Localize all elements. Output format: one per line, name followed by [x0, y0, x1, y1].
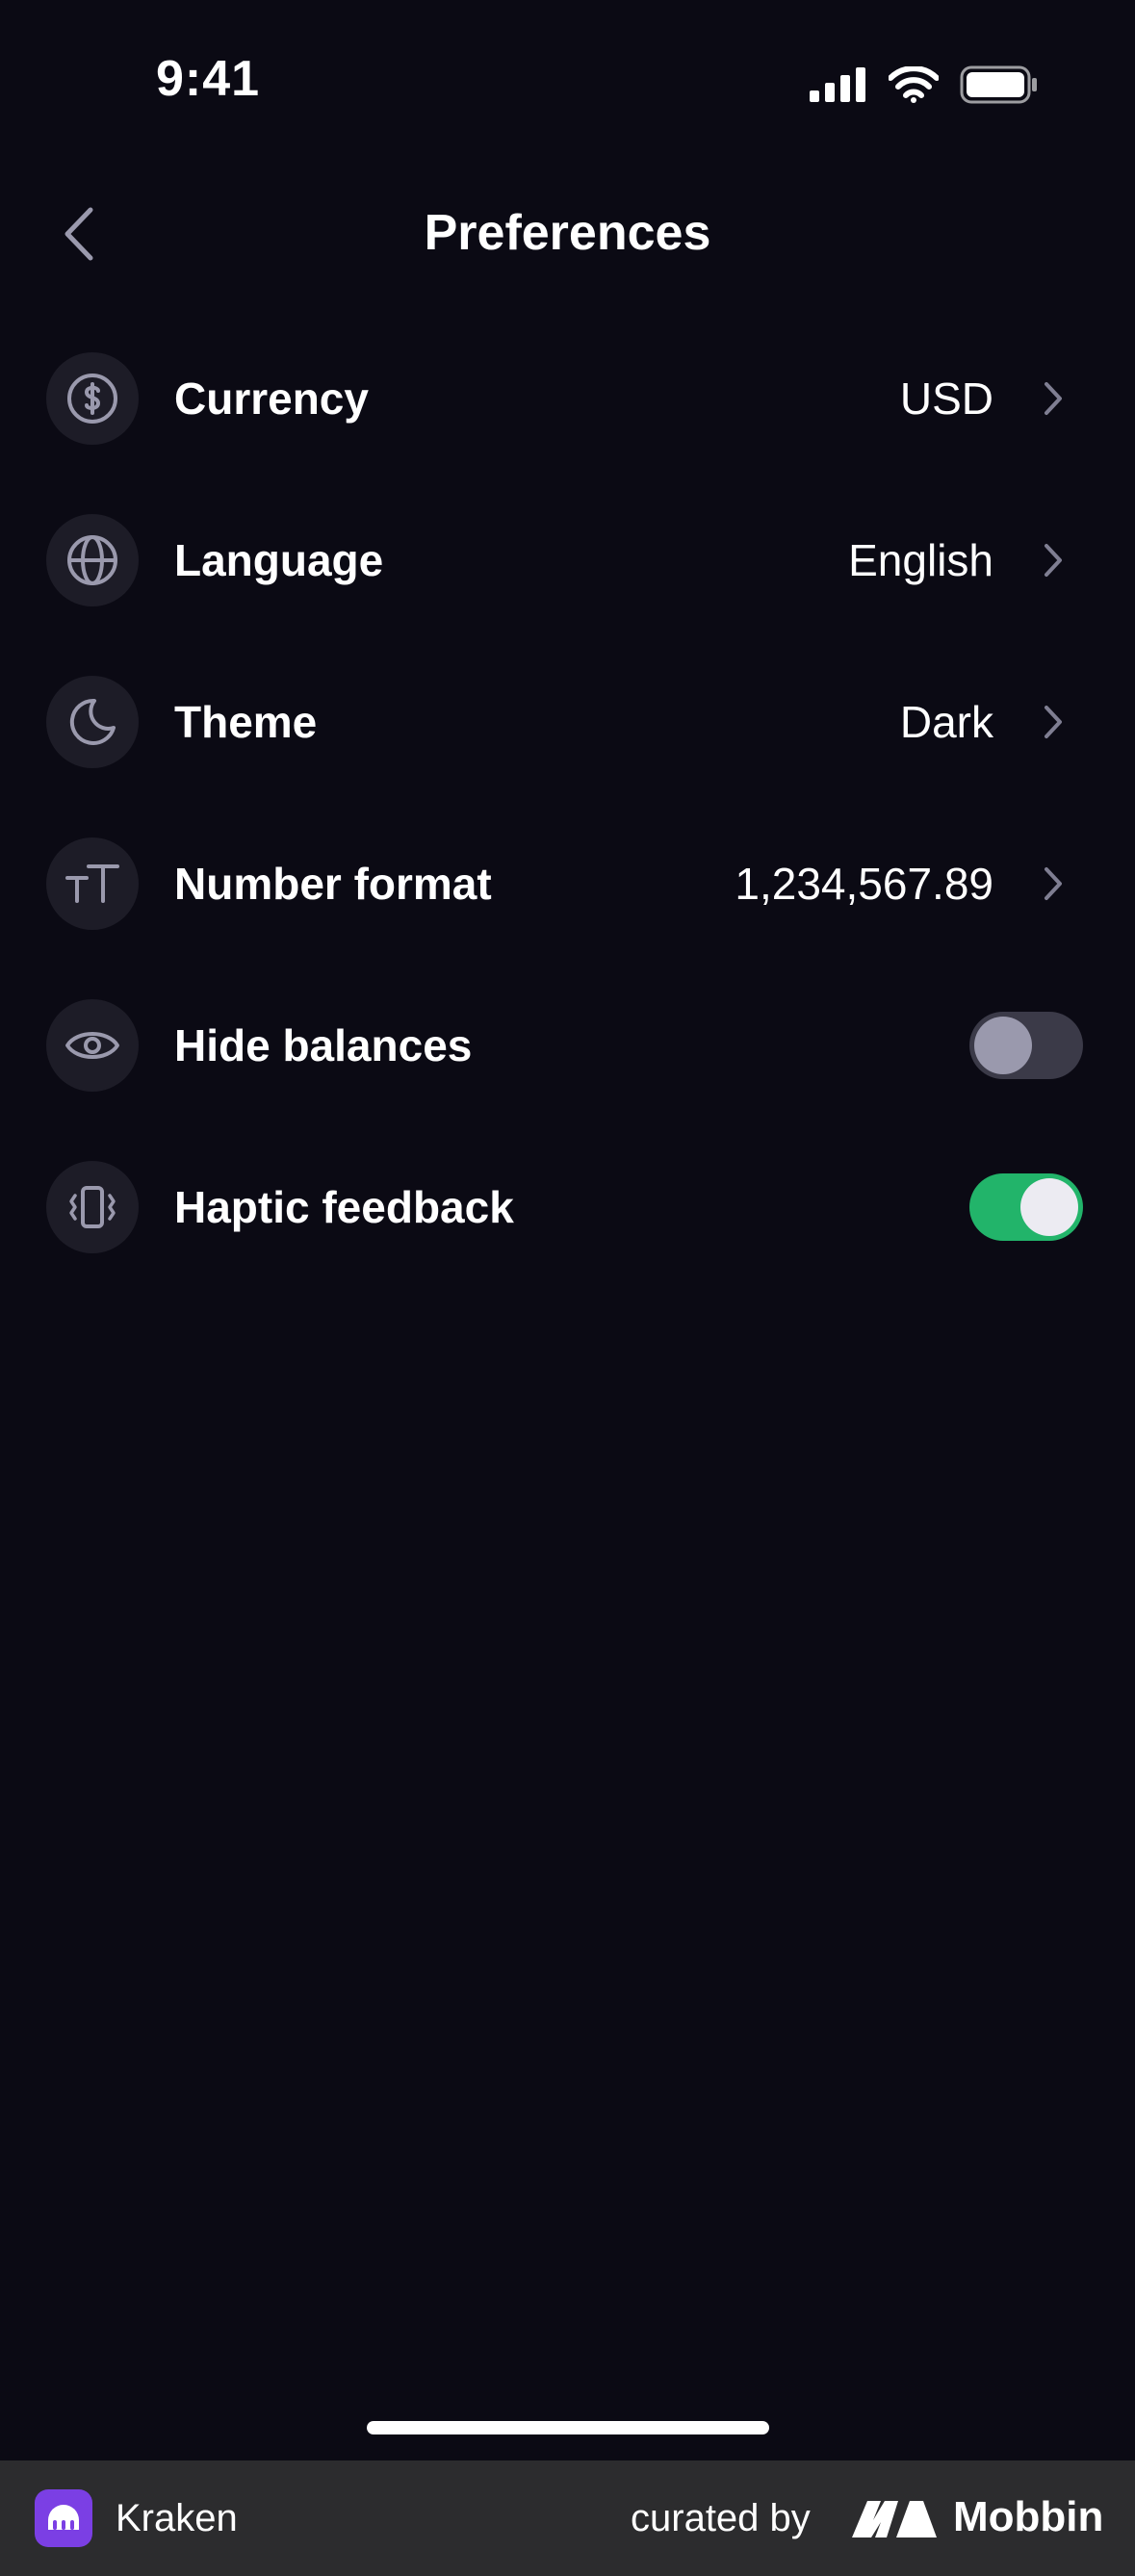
number-format-icon-container [46, 837, 139, 930]
curated-by-text: curated by [631, 2497, 811, 2539]
theme-row[interactable]: Theme Dark [0, 641, 1135, 803]
wifi-icon [889, 66, 939, 103]
language-value: English [848, 535, 993, 585]
kraken-logo-icon [48, 2505, 79, 2530]
chevron-right-icon [1039, 703, 1068, 741]
phone-vibrate-icon [69, 1186, 116, 1228]
haptic-feedback-icon-container [46, 1161, 139, 1253]
page-title: Preferences [424, 205, 711, 261]
app-name: Kraken [116, 2497, 238, 2539]
status-icons [810, 64, 1039, 106]
moon-icon [69, 698, 116, 745]
currency-value: USD [899, 374, 993, 424]
number-format-value: 1,234,567.89 [735, 859, 993, 909]
settings-list: Currency USD Language English Theme Dark [0, 318, 1135, 1288]
header: Preferences [0, 183, 1135, 289]
chevron-right-icon [1039, 379, 1068, 418]
hide-balances-icon-container [46, 999, 139, 1092]
theme-value: Dark [899, 697, 993, 747]
haptic-feedback-toggle[interactable] [969, 1173, 1083, 1241]
currency-icon-container [46, 352, 139, 445]
toggle-knob [974, 1017, 1032, 1074]
chevron-right-icon [1039, 864, 1068, 903]
cellular-signal-icon [810, 67, 865, 102]
haptic-feedback-label: Haptic feedback [174, 1182, 514, 1232]
haptic-feedback-row: Haptic feedback [0, 1126, 1135, 1288]
currency-label: Currency [174, 374, 369, 424]
mobbin-brand: Mobbin [953, 2493, 1104, 2540]
eye-icon [65, 1032, 119, 1059]
number-format-label: Number format [174, 859, 492, 909]
language-label: Language [174, 535, 384, 585]
battery-icon [960, 65, 1037, 104]
toggle-knob [1020, 1178, 1078, 1236]
number-format-row[interactable]: Number format 1,234,567.89 [0, 803, 1135, 965]
dollar-circle-icon [67, 374, 117, 424]
mobbin-logo-icon [852, 2501, 937, 2537]
hide-balances-label: Hide balances [174, 1020, 473, 1070]
hide-balances-row: Hide balances [0, 965, 1135, 1126]
hide-balances-toggle[interactable] [969, 1012, 1083, 1079]
currency-row[interactable]: Currency USD [0, 318, 1135, 479]
text-size-icon [65, 864, 119, 903]
status-time: 9:41 [156, 51, 261, 107]
chevron-right-icon [1039, 541, 1068, 580]
status-bar: 9:41 [0, 0, 1135, 164]
attribution-footer: Kraken curated by Mobbin [0, 2460, 1135, 2576]
theme-label: Theme [174, 697, 318, 747]
kraken-logo [35, 2489, 92, 2547]
home-indicator [367, 2421, 769, 2434]
language-row[interactable]: Language English [0, 479, 1135, 641]
language-icon-container [46, 514, 139, 606]
theme-icon-container [46, 676, 139, 768]
globe-icon [67, 535, 117, 585]
